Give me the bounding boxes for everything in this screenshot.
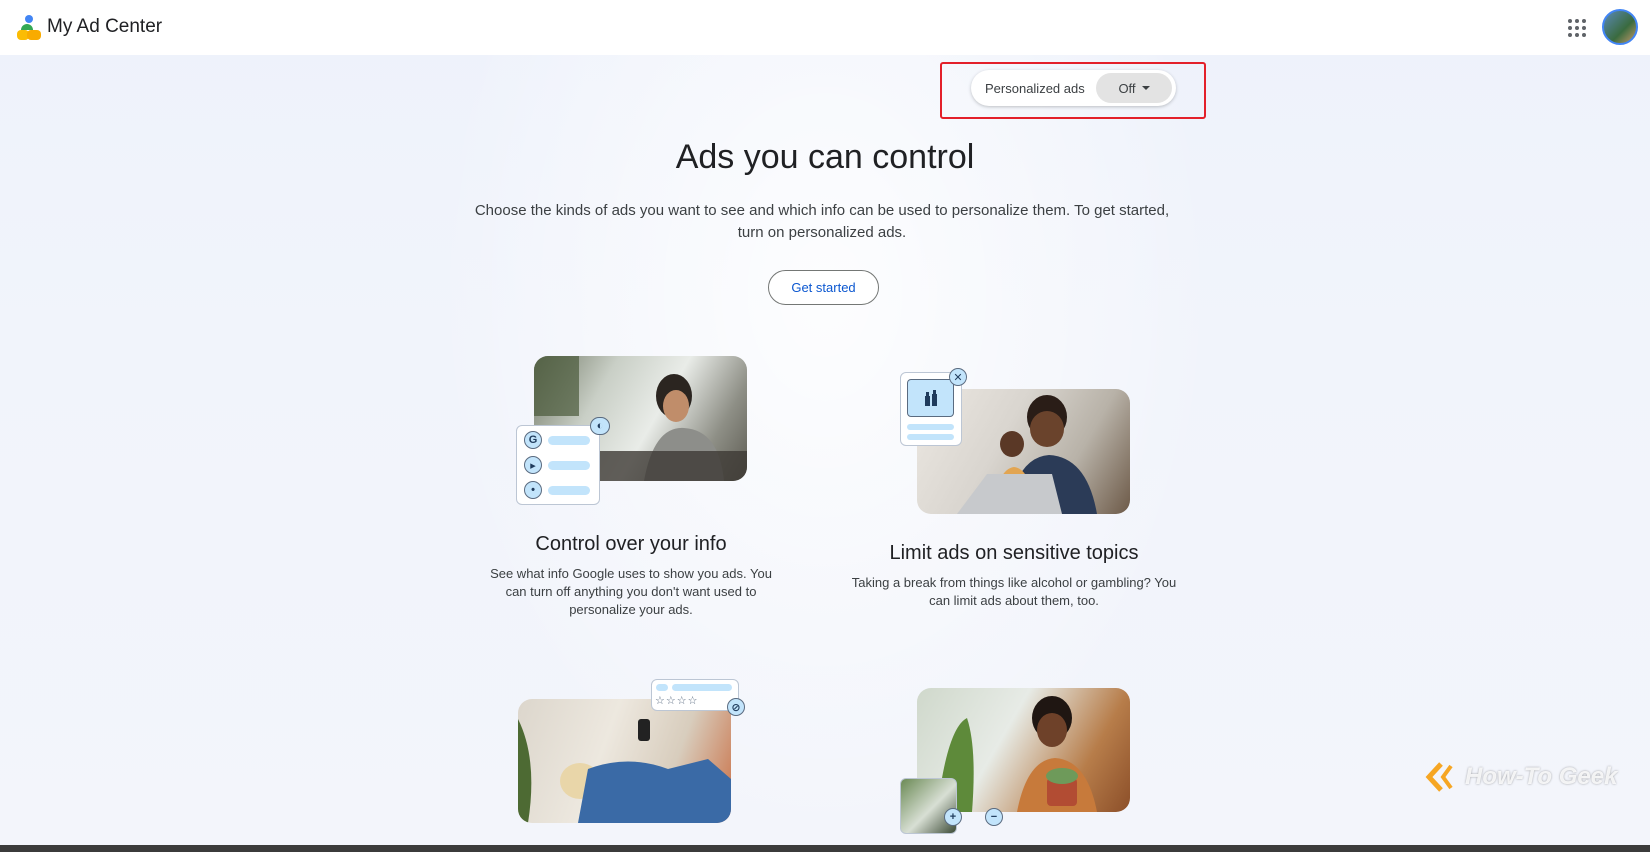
placeholder-bar [548, 486, 590, 495]
toggle-icon: ◐ [590, 417, 610, 435]
window-bottom-edge [0, 845, 1650, 852]
placeholder-bar [907, 424, 954, 430]
location-pin-icon: • [524, 481, 542, 499]
close-icon: ✕ [949, 368, 967, 386]
page-title: Ads you can control [675, 138, 975, 176]
card-desc-control-info: See what info Google uses to show you ad… [490, 566, 772, 617]
placeholder-bar [656, 684, 668, 691]
woman-on-couch-photo [518, 699, 731, 823]
minus-icon: − [985, 808, 1003, 826]
my-ad-center-logo-icon[interactable] [15, 14, 43, 42]
card-title-control-info: Control over your info [535, 533, 727, 555]
personalized-ads-value: Off [1118, 80, 1136, 96]
app-title[interactable]: My Ad Center [47, 16, 162, 38]
card-title-sensitive-topics: Limit ads on sensitive topics [889, 542, 1139, 564]
card-desc-sensitive-topics: Taking a break from things like alcohol … [851, 575, 1177, 608]
placeholder-bar [907, 434, 954, 440]
personalized-ads-control: Personalized ads Off [971, 70, 1176, 106]
personalized-ads-label: Personalized ads [985, 80, 1085, 96]
watermark-text: How-To Geek [1465, 763, 1618, 790]
alcohol-bottle-icon [907, 379, 954, 417]
google-icon: G [524, 431, 542, 449]
how-to-geek-logo-icon [1425, 762, 1453, 792]
placeholder-bar [672, 684, 732, 691]
get-started-button[interactable]: Get started [768, 270, 879, 305]
top-app-bar: My Ad Center [0, 0, 1650, 55]
personalized-ads-dropdown[interactable]: Off [1096, 73, 1172, 103]
apps-grid-icon[interactable] [1565, 16, 1589, 40]
block-icon: ⊘ [727, 698, 745, 716]
plant-thumbnail-photo [900, 778, 957, 834]
account-avatar[interactable] [1602, 9, 1638, 45]
star-rating-icon: ☆☆☆☆ [655, 695, 699, 707]
placeholder-bar [548, 436, 590, 445]
page-viewport: My Ad Center Personalized ads Off Ads yo… [0, 0, 1650, 845]
hero-description: Choose the kinds of ads you want to see … [474, 202, 1170, 241]
placeholder-bar [548, 461, 590, 470]
chevron-down-icon [1141, 86, 1150, 90]
plus-icon: + [944, 808, 962, 826]
watermark-logo: How-To Geek [1425, 762, 1617, 792]
youtube-icon: ▸ [524, 456, 542, 474]
